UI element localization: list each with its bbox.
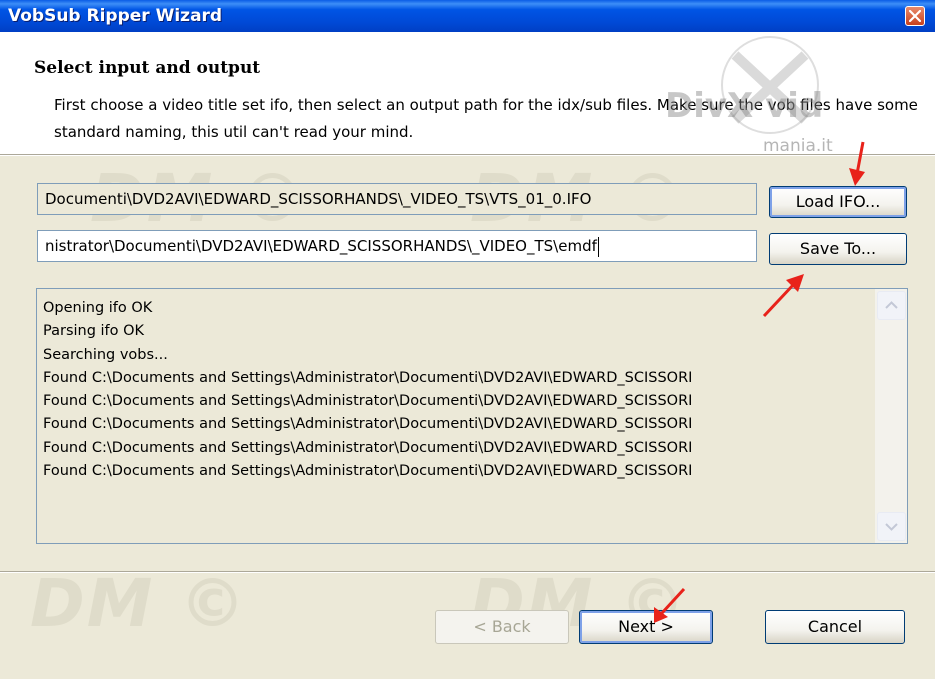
scroll-up-button[interactable] bbox=[877, 291, 906, 320]
log-line: Found C:\Documents and Settings\Administ… bbox=[43, 439, 693, 456]
log-line: Found C:\Documents and Settings\Administ… bbox=[43, 463, 693, 480]
load-ifo-label: Load IFO... bbox=[795, 192, 881, 211]
back-button[interactable]: < Back bbox=[435, 610, 569, 644]
log-line: Searching vobs... bbox=[43, 346, 168, 363]
annotation-arrow-load-ifo bbox=[849, 141, 865, 186]
back-label: < Back bbox=[473, 617, 531, 636]
annotation-arrow-save-to bbox=[762, 274, 804, 318]
log-scrollbar[interactable] bbox=[875, 289, 907, 543]
svg-text:DivX vid: DivX vid bbox=[665, 86, 823, 126]
log-output-area[interactable]: Opening ifo OK Parsing ifo OK Searching … bbox=[36, 288, 908, 544]
output-path-field[interactable]: nistrator\Documenti\DVD2AVI\EDWARD_SCISS… bbox=[37, 230, 757, 262]
svg-text:mania.it: mania.it bbox=[763, 136, 833, 155]
scroll-down-button[interactable] bbox=[877, 512, 906, 541]
window-title: VobSub Ripper Wizard bbox=[8, 6, 223, 26]
log-line: Found C:\Documents and Settings\Administ… bbox=[43, 369, 693, 386]
chevron-down-icon bbox=[885, 523, 898, 531]
divx-vid-mania-logo: DivX vid mania.it bbox=[655, 35, 933, 156]
text-caret bbox=[597, 236, 599, 257]
log-line: Found C:\Documents and Settings\Administ… bbox=[43, 416, 693, 433]
cancel-button[interactable]: Cancel bbox=[765, 610, 905, 644]
save-to-button[interactable]: Save To... bbox=[769, 233, 907, 265]
input-ifo-path-value: Documenti\DVD2AVI\EDWARD_SCISSORHANDS\_V… bbox=[45, 190, 592, 208]
chevron-up-icon bbox=[885, 301, 898, 309]
title-bar[interactable]: VobSub Ripper Wizard bbox=[0, 0, 935, 32]
close-icon bbox=[909, 10, 921, 22]
watermark-bottom-left: DM © bbox=[30, 565, 248, 642]
annotation-arrow-next bbox=[654, 587, 686, 623]
page-title: Select input and output bbox=[34, 58, 261, 78]
footer-separator bbox=[0, 571, 935, 573]
next-button[interactable]: Next > bbox=[579, 610, 713, 644]
log-lines: Opening ifo OK Parsing ifo OK Searching … bbox=[43, 297, 692, 483]
load-ifo-button[interactable]: Load IFO... bbox=[769, 186, 907, 218]
close-button[interactable] bbox=[905, 6, 925, 26]
log-line: Parsing ifo OK bbox=[43, 323, 145, 340]
save-to-label: Save To... bbox=[799, 239, 877, 258]
wizard-window: VobSub Ripper Wizard Select input and ou… bbox=[0, 0, 935, 679]
log-line: Opening ifo OK bbox=[43, 300, 153, 316]
header-separator bbox=[0, 154, 935, 156]
output-path-value: nistrator\Documenti\DVD2AVI\EDWARD_SCISS… bbox=[45, 237, 597, 255]
cancel-label: Cancel bbox=[807, 617, 863, 636]
log-line: Found C:\Documents and Settings\Administ… bbox=[43, 393, 693, 410]
input-ifo-path-field[interactable]: Documenti\DVD2AVI\EDWARD_SCISSORHANDS\_V… bbox=[37, 183, 757, 215]
